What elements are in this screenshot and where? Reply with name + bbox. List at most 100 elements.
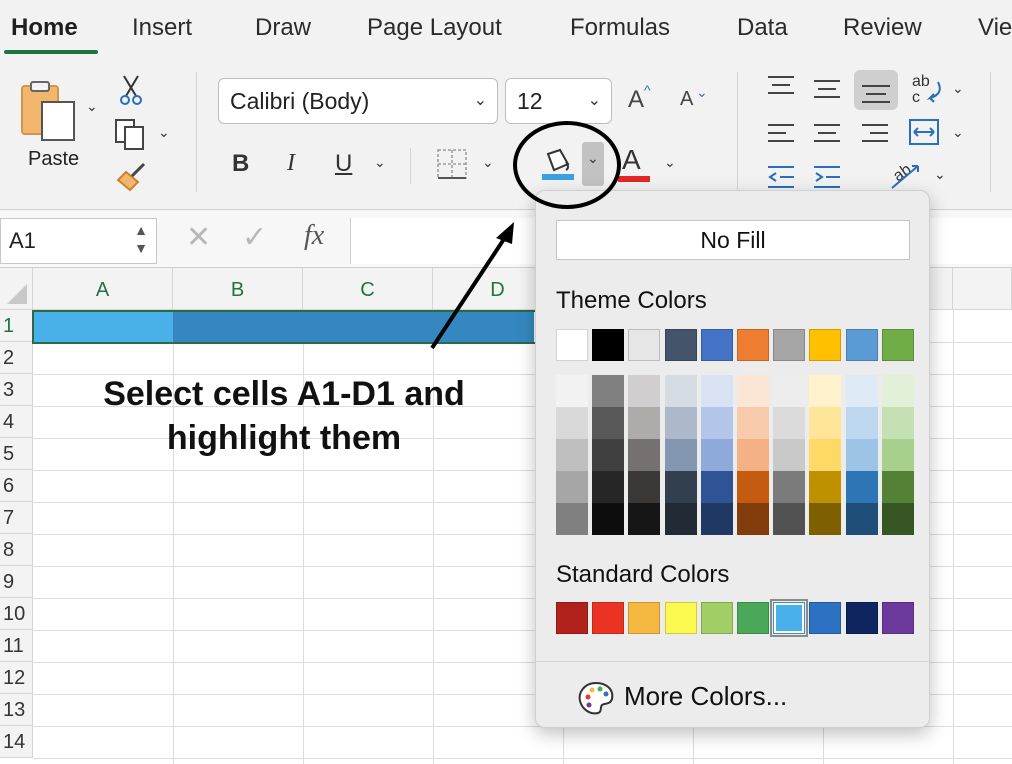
fill-color-dropdown-button[interactable]: ⌄ bbox=[582, 142, 604, 186]
standard-color-swatch[interactable] bbox=[770, 599, 809, 637]
underline-button[interactable]: U bbox=[335, 150, 352, 178]
row-header-13[interactable]: 13 bbox=[0, 694, 33, 726]
theme-shade-swatch[interactable] bbox=[592, 375, 625, 407]
theme-shade-swatch[interactable] bbox=[845, 471, 878, 503]
theme-shade-swatch[interactable] bbox=[809, 503, 842, 535]
standard-color-swatch[interactable] bbox=[881, 602, 914, 634]
theme-color-swatch[interactable] bbox=[845, 329, 878, 361]
theme-shade-swatch[interactable] bbox=[556, 439, 588, 471]
tab-review[interactable]: Review bbox=[843, 14, 922, 42]
standard-color-swatch[interactable] bbox=[809, 602, 842, 634]
theme-shade-swatch[interactable] bbox=[664, 471, 697, 503]
theme-color-swatch[interactable] bbox=[773, 329, 806, 361]
name-box[interactable]: A1 ▲ ▼ bbox=[0, 218, 157, 264]
row-header-4[interactable]: 4 bbox=[0, 406, 33, 438]
theme-shade-swatch[interactable] bbox=[809, 407, 842, 439]
theme-shade-swatch[interactable] bbox=[881, 471, 914, 503]
align-left-button[interactable] bbox=[766, 122, 796, 146]
theme-shade-swatch[interactable] bbox=[881, 407, 914, 439]
theme-shade-swatch[interactable] bbox=[773, 471, 806, 503]
theme-shade-swatch[interactable] bbox=[845, 439, 878, 471]
standard-color-swatch[interactable] bbox=[556, 602, 588, 634]
theme-shade-swatch[interactable] bbox=[700, 407, 733, 439]
theme-shade-swatch[interactable] bbox=[628, 439, 661, 471]
borders-options-chevron-icon[interactable]: ⌄ bbox=[482, 154, 494, 171]
paste-button[interactable] bbox=[16, 80, 80, 142]
tab-page-layout[interactable]: Page Layout bbox=[367, 14, 502, 42]
wrap-text-button[interactable]: ab c bbox=[910, 72, 944, 108]
theme-color-swatch[interactable] bbox=[592, 329, 625, 361]
theme-shade-swatch[interactable] bbox=[737, 407, 769, 439]
theme-shade-swatch[interactable] bbox=[592, 439, 625, 471]
orientation-button[interactable]: ab bbox=[888, 158, 924, 192]
decrease-font-size-button[interactable]: A ⌄ bbox=[680, 84, 710, 122]
align-center-button[interactable] bbox=[812, 122, 842, 146]
theme-shade-swatch[interactable] bbox=[845, 407, 878, 439]
paste-options-chevron-icon[interactable]: ⌄ bbox=[86, 98, 98, 115]
row-header-6[interactable]: 6 bbox=[0, 470, 33, 502]
copy-button[interactable] bbox=[114, 118, 148, 150]
theme-shade-swatch[interactable] bbox=[556, 471, 588, 503]
column-header-blank[interactable] bbox=[953, 268, 1012, 310]
theme-shade-swatch[interactable] bbox=[773, 439, 806, 471]
column-header-c[interactable]: C bbox=[303, 268, 433, 310]
column-header-a[interactable]: A bbox=[33, 268, 173, 310]
standard-color-swatch[interactable] bbox=[592, 602, 625, 634]
theme-shade-swatch[interactable] bbox=[628, 503, 661, 535]
borders-button[interactable] bbox=[436, 148, 468, 180]
tab-formulas[interactable]: Formulas bbox=[570, 14, 670, 42]
merge-options-chevron-icon[interactable]: ⌄ bbox=[952, 124, 964, 141]
theme-shade-swatch[interactable] bbox=[700, 471, 733, 503]
theme-shade-swatch[interactable] bbox=[845, 503, 878, 535]
standard-color-swatch[interactable] bbox=[700, 602, 733, 634]
theme-color-swatch[interactable] bbox=[556, 329, 588, 361]
orientation-options-chevron-icon[interactable]: ⌄ bbox=[934, 166, 946, 183]
theme-shade-swatch[interactable] bbox=[700, 439, 733, 471]
tab-view[interactable]: Vie bbox=[978, 14, 1012, 42]
copy-options-chevron-icon[interactable]: ⌄ bbox=[158, 124, 170, 141]
row-header-3[interactable]: 3 bbox=[0, 374, 33, 406]
merge-center-button[interactable] bbox=[908, 116, 940, 148]
theme-shade-swatch[interactable] bbox=[773, 503, 806, 535]
wrap-options-chevron-icon[interactable]: ⌄ bbox=[952, 80, 964, 97]
align-bottom-button[interactable] bbox=[854, 70, 898, 110]
theme-shade-swatch[interactable] bbox=[881, 375, 914, 407]
theme-shade-swatch[interactable] bbox=[881, 503, 914, 535]
row-header-2[interactable]: 2 bbox=[0, 342, 33, 374]
theme-shade-swatch[interactable] bbox=[773, 407, 806, 439]
theme-shade-swatch[interactable] bbox=[737, 503, 769, 535]
theme-color-swatch[interactable] bbox=[809, 329, 842, 361]
theme-shade-swatch[interactable] bbox=[628, 407, 661, 439]
format-painter-button[interactable] bbox=[114, 160, 148, 194]
theme-shade-swatch[interactable] bbox=[592, 471, 625, 503]
theme-color-swatch[interactable] bbox=[664, 329, 697, 361]
fill-color-button[interactable] bbox=[538, 146, 578, 182]
standard-color-swatch[interactable] bbox=[628, 602, 661, 634]
theme-shade-swatch[interactable] bbox=[809, 471, 842, 503]
theme-shade-swatch[interactable] bbox=[592, 503, 625, 535]
theme-shade-swatch[interactable] bbox=[809, 439, 842, 471]
name-box-stepper-icon[interactable]: ▲ ▼ bbox=[134, 221, 148, 257]
theme-shade-swatch[interactable] bbox=[845, 375, 878, 407]
no-fill-button[interactable]: No Fill bbox=[556, 220, 910, 260]
decrease-indent-button[interactable] bbox=[766, 164, 796, 190]
font-size-dropdown[interactable]: 12 ⌄ bbox=[505, 78, 612, 124]
theme-color-swatch[interactable] bbox=[881, 329, 914, 361]
theme-shade-swatch[interactable] bbox=[664, 503, 697, 535]
row-header-10[interactable]: 10 bbox=[0, 598, 33, 630]
theme-color-swatch[interactable] bbox=[700, 329, 733, 361]
underline-options-chevron-icon[interactable]: ⌄ bbox=[374, 154, 386, 171]
theme-color-swatch[interactable] bbox=[628, 329, 661, 361]
tab-data[interactable]: Data bbox=[737, 14, 788, 42]
theme-shade-swatch[interactable] bbox=[592, 407, 625, 439]
theme-shade-swatch[interactable] bbox=[773, 375, 806, 407]
align-middle-button[interactable] bbox=[812, 78, 842, 102]
insert-function-button[interactable]: fx bbox=[304, 220, 324, 252]
row-header-12[interactable]: 12 bbox=[0, 662, 33, 694]
theme-shade-swatch[interactable] bbox=[628, 375, 661, 407]
standard-color-swatch[interactable] bbox=[664, 602, 697, 634]
font-name-dropdown[interactable]: Calibri (Body) ⌄ bbox=[218, 78, 498, 124]
theme-shade-swatch[interactable] bbox=[664, 439, 697, 471]
standard-color-swatch[interactable] bbox=[737, 602, 769, 634]
align-right-button[interactable] bbox=[860, 122, 890, 146]
